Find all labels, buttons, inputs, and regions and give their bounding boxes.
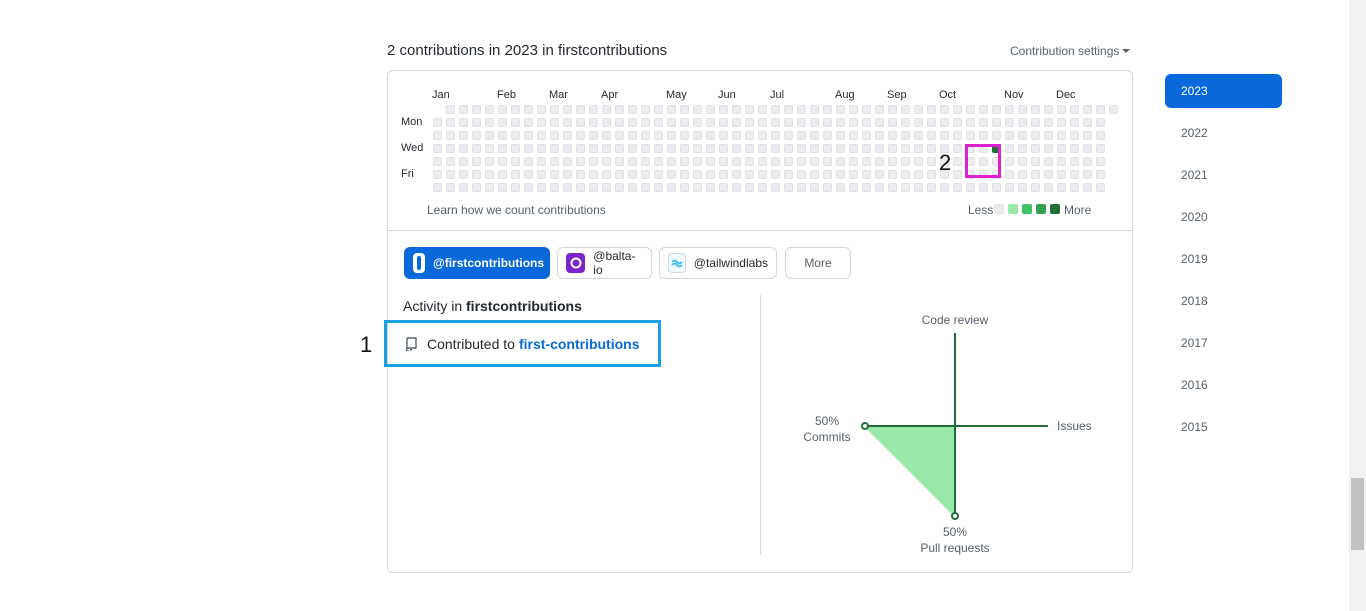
year-link-2015[interactable]: 2015 xyxy=(1165,410,1282,444)
commits-label: Commits xyxy=(803,430,851,444)
scrollbar-thumb[interactable] xyxy=(1351,478,1364,550)
year-link-2022[interactable]: 2022 xyxy=(1165,116,1282,150)
code-review-label: Code review xyxy=(921,313,989,327)
pull-requests-label: Pull requests xyxy=(920,541,990,555)
year-link-2018[interactable]: 2018 xyxy=(1165,284,1282,318)
year-link-2017[interactable]: 2017 xyxy=(1165,326,1282,360)
year-link-2021[interactable]: 2021 xyxy=(1165,158,1282,192)
page-scrollbar[interactable] xyxy=(1349,0,1366,611)
year-link-2020[interactable]: 2020 xyxy=(1165,200,1282,234)
year-list: 2023 2022 2021 2020 2019 2018 2017 2016 … xyxy=(1165,74,1282,452)
year-link-2019[interactable]: 2019 xyxy=(1165,242,1282,276)
year-link-2016[interactable]: 2016 xyxy=(1165,368,1282,402)
pull-requests-point xyxy=(951,512,959,520)
activity-overview-chart xyxy=(861,333,1048,520)
issues-label: Issues xyxy=(1057,419,1092,433)
commits-point xyxy=(861,422,869,430)
year-link-2023[interactable]: 2023 xyxy=(1165,74,1282,108)
pull-requests-percent: 50% xyxy=(942,525,968,539)
commits-percent: 50% xyxy=(814,414,840,428)
